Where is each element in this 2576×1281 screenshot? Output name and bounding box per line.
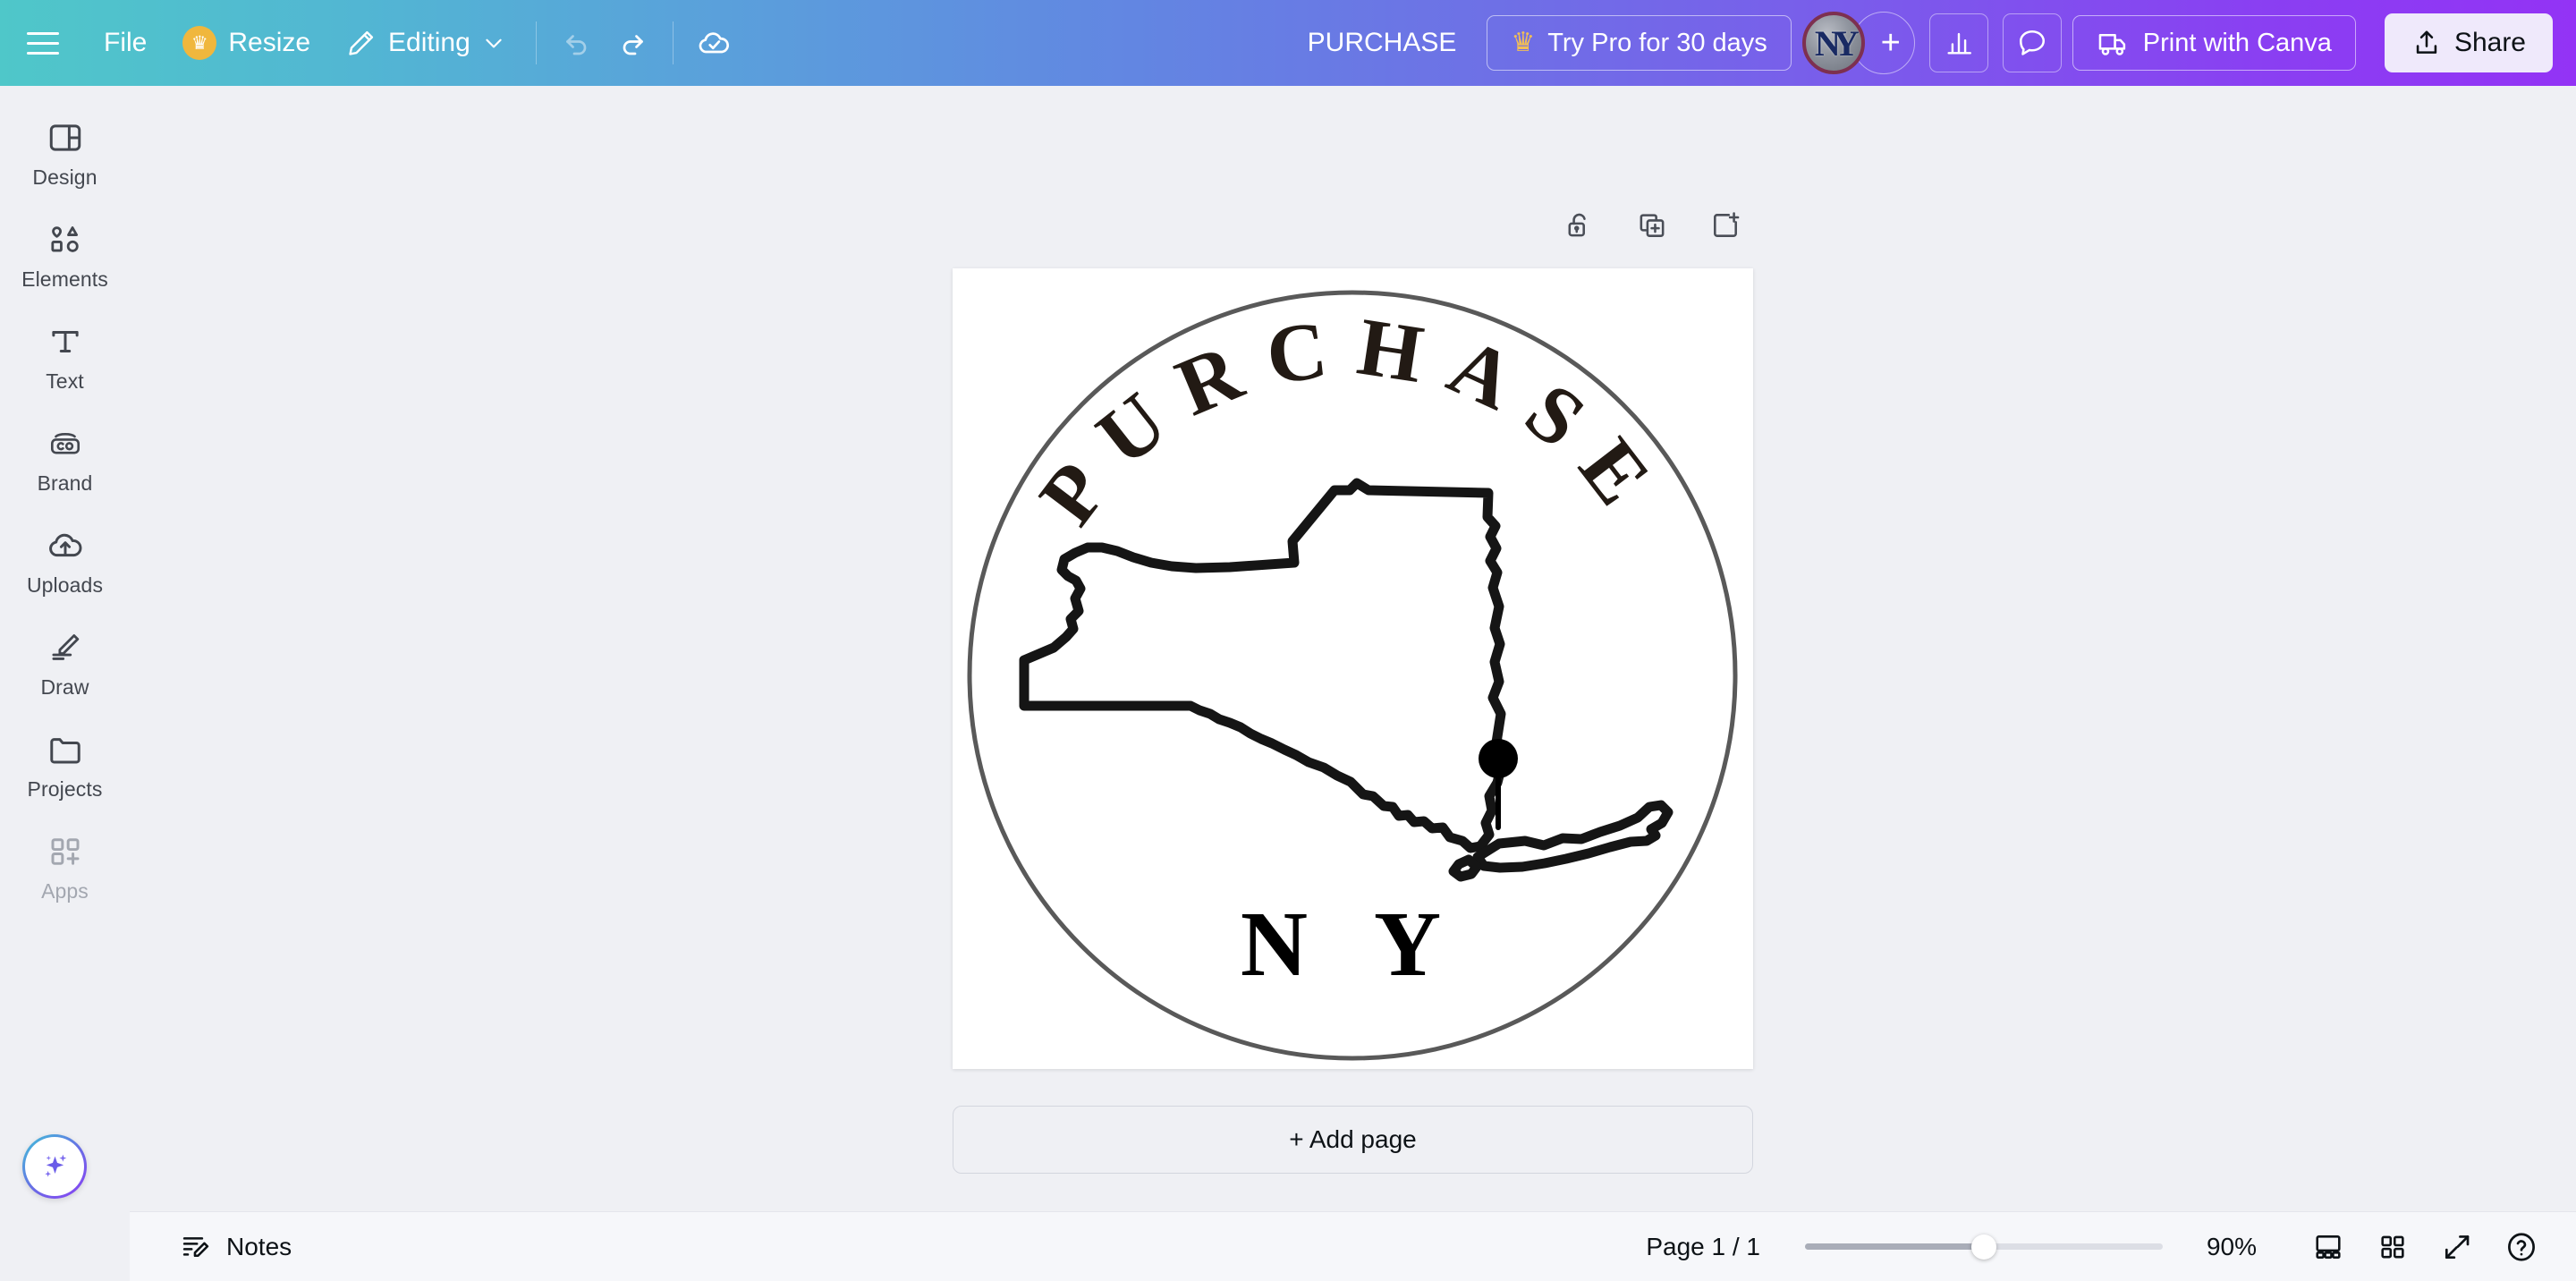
- fullscreen-expand-icon: [2445, 1234, 2470, 1259]
- resize-button[interactable]: ♛ Resize: [165, 16, 328, 70]
- sidebar-item-design[interactable]: Design: [7, 106, 123, 199]
- left-sidebar: Design Elements Text Brand Uploads Draw …: [0, 86, 130, 1281]
- sidebar-item-projects[interactable]: Projects: [7, 717, 123, 810]
- delivery-truck-icon: [2097, 26, 2131, 60]
- duplicate-page-icon: [1640, 214, 1665, 237]
- file-menu-button[interactable]: File: [86, 16, 165, 70]
- undo-icon: [565, 35, 587, 55]
- sidebar-item-apps[interactable]: Apps: [7, 819, 123, 912]
- design-canvas-page[interactable]: PURCHASE N Y: [953, 268, 1753, 1069]
- sidebar-item-brand[interactable]: Brand: [7, 411, 123, 505]
- magic-sparkle-icon: [45, 1154, 67, 1177]
- presenter-view-button[interactable]: [2301, 1219, 2356, 1275]
- pencil-icon: [346, 28, 377, 58]
- avatar-initials: NY: [1814, 22, 1860, 64]
- grid-view-icon: [2381, 1235, 2404, 1258]
- notes-label: Notes: [226, 1232, 292, 1260]
- shapes-icon: [47, 220, 84, 259]
- sidebar-label-apps: Apps: [41, 879, 89, 903]
- bottom-toolbar: Notes Page 1 / 1 90%: [130, 1211, 2576, 1281]
- grid-view-button[interactable]: [2365, 1219, 2420, 1275]
- bottom-right-controls: Page 1 / 1 90%: [1631, 1219, 2576, 1275]
- badge-bottom-text: N Y: [1241, 893, 1464, 996]
- zoom-slider-thumb[interactable]: [1971, 1234, 1996, 1260]
- workspace: PURCHASE N Y + Add page: [130, 86, 2576, 1281]
- plus-icon: +: [1880, 23, 1901, 62]
- add-page-label: + Add page: [1289, 1125, 1417, 1153]
- duplicate-page-button[interactable]: [1627, 200, 1677, 250]
- presenter-view-icon: [2316, 1234, 2341, 1259]
- unlock-page-button[interactable]: [1554, 200, 1604, 250]
- help-button[interactable]: [2494, 1219, 2549, 1275]
- fullscreen-button[interactable]: [2429, 1219, 2485, 1275]
- sidebar-label-text: Text: [46, 369, 84, 393]
- sidebar-label-elements: Elements: [21, 267, 108, 291]
- resize-label: Resize: [228, 28, 311, 57]
- crown-icon: ♛: [182, 26, 217, 60]
- redo-button[interactable]: [605, 15, 660, 71]
- save-status-button[interactable]: [686, 15, 741, 71]
- folder-icon: [47, 730, 84, 769]
- sidebar-label-brand: Brand: [37, 471, 93, 495]
- sidebar-label-draw: Draw: [40, 675, 89, 699]
- apps-grid-plus-icon: [47, 832, 84, 871]
- toolbar-right-group: PURCHASE ♛ Try Pro for 30 days NY + Prin…: [1288, 0, 2576, 86]
- page-tools-group: [1554, 200, 1750, 250]
- sidebar-label-projects: Projects: [27, 777, 103, 801]
- hamburger-menu-icon[interactable]: [0, 0, 86, 86]
- add-page-button[interactable]: + Add page: [953, 1106, 1753, 1174]
- text-t-icon: [47, 322, 84, 361]
- editing-label: Editing: [388, 28, 470, 57]
- undo-button[interactable]: [549, 15, 605, 71]
- top-toolbar: File ♛ Resize Editing PURCHASE ♛ Try Pro…: [0, 0, 2576, 86]
- comments-button[interactable]: [2002, 13, 2062, 72]
- comment-bubble-icon: [2019, 30, 2045, 55]
- crown-icon: ♛: [1511, 28, 1536, 57]
- share-button[interactable]: Share: [2384, 13, 2553, 72]
- stats-button[interactable]: [1928, 13, 1988, 72]
- file-menu-label: File: [104, 28, 148, 57]
- cloud-check-icon: [699, 32, 729, 54]
- try-pro-label: Try Pro for 30 days: [1547, 28, 1767, 57]
- sidebar-item-uploads[interactable]: Uploads: [7, 513, 123, 607]
- help-question-icon: [2508, 1232, 2535, 1261]
- toolbar-left-group: File ♛ Resize Editing: [0, 0, 741, 86]
- sidebar-label-uploads: Uploads: [26, 573, 104, 597]
- open-padlock-icon: [1568, 213, 1586, 237]
- magic-studio-button[interactable]: [22, 1134, 87, 1199]
- print-label: Print with Canva: [2142, 28, 2332, 57]
- upload-arrow-icon: [2411, 28, 2442, 58]
- zoom-level-value[interactable]: 90%: [2191, 1224, 2272, 1270]
- notes-button[interactable]: Notes: [162, 1222, 309, 1272]
- marker-pen-icon: [47, 628, 84, 667]
- design-panel-icon: [47, 118, 84, 157]
- try-pro-button[interactable]: ♛ Try Pro for 30 days: [1487, 15, 1792, 71]
- notes-pencil-icon: [180, 1231, 212, 1263]
- document-title[interactable]: PURCHASE: [1288, 17, 1477, 69]
- add-page-icon: [1714, 212, 1740, 237]
- zoom-slider-fill: [1805, 1243, 1984, 1250]
- bar-chart-icon: [1947, 32, 1971, 55]
- toolbar-divider: [535, 21, 537, 64]
- toolbar-divider-2: [672, 21, 674, 64]
- cloud-upload-icon: [46, 526, 85, 565]
- zoom-slider[interactable]: [1805, 1234, 2163, 1260]
- share-label: Share: [2453, 28, 2526, 57]
- chevron-down-icon: [482, 31, 505, 55]
- sidebar-label-design: Design: [32, 165, 97, 189]
- avatar[interactable]: NY: [1801, 12, 1865, 74]
- sidebar-item-text[interactable]: Text: [7, 310, 123, 403]
- sidebar-item-draw[interactable]: Draw: [7, 615, 123, 708]
- page-indicator[interactable]: Page 1 / 1: [1631, 1224, 1775, 1270]
- brand-co-icon: [47, 424, 84, 463]
- sidebar-item-elements[interactable]: Elements: [7, 208, 123, 301]
- print-with-canva-button[interactable]: Print with Canva: [2072, 15, 2356, 71]
- design-artwork: PURCHASE N Y: [953, 268, 1753, 1069]
- redo-icon: [623, 35, 643, 55]
- add-page-icon-button[interactable]: [1700, 200, 1750, 250]
- editing-mode-button[interactable]: Editing: [328, 16, 523, 70]
